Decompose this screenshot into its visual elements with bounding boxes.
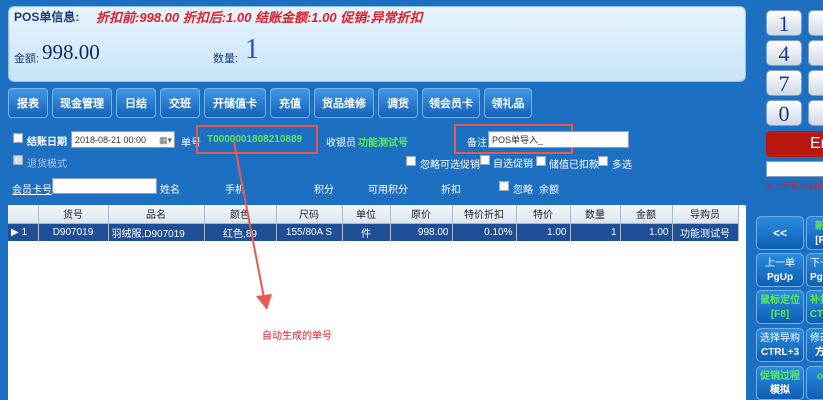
cell-sales-guide[interactable]: 功能测试号 [672, 223, 739, 241]
extra-button-partial[interactable]: o [806, 366, 823, 400]
pos-discount-status: 折扣前:998.00 折扣后:1.00 结账金额:1.00 促销:异常折扣 [96, 10, 423, 25]
modify-button-partial[interactable]: 修改方 [806, 328, 823, 362]
available-points-label: 可用积分 [368, 185, 408, 196]
column-header [8, 205, 39, 224]
settle-date-input[interactable]: 2018-08-21 00:00 ▦▾ [71, 131, 175, 148]
cashier-label: 收银员 [326, 138, 356, 149]
previous-order-button[interactable]: 上一单 PgUp [756, 253, 804, 287]
pos-info-title: POS单信息: [14, 10, 80, 24]
member-card-button[interactable]: 领会员卡 [422, 88, 480, 118]
daily-settlement-button[interactable]: 日结 [116, 88, 156, 118]
column-header[interactable]: 特价折扣 [452, 205, 517, 224]
self-select-promo-label: 自选促销 [493, 159, 533, 170]
cell-original-price[interactable]: 998.00 [390, 223, 453, 241]
key-0[interactable]: 0 [766, 100, 802, 126]
row-indicator: ▶ 1 [8, 223, 39, 241]
barcode-input[interactable] [766, 161, 823, 177]
remark-label: 备注 [467, 138, 487, 149]
cell-unit[interactable]: 件 [342, 223, 391, 241]
key-2-partial[interactable] [808, 10, 823, 36]
select-guide-button[interactable]: 选择导购 CTRL+3 [756, 328, 804, 362]
column-header[interactable]: 数量 [570, 205, 621, 224]
transfer-goods-button[interactable]: 调货 [378, 88, 418, 118]
self-select-promo-checkbox[interactable] [480, 155, 490, 165]
column-header[interactable]: 导购员 [672, 205, 739, 224]
new-order-button-partial[interactable]: 新[F [806, 216, 823, 250]
report-button[interactable]: 报表 [8, 88, 48, 118]
column-header[interactable]: 货号 [38, 205, 109, 224]
numeric-keypad: 1 4 7 0 Er 在上框录入条码/会员卡号、数量等 << 新[F 上一单Pg… [756, 0, 823, 400]
remark-input[interactable]: POS单导入_ [488, 131, 629, 148]
cell-quantity[interactable]: 1 [570, 223, 621, 241]
goods-repair-button[interactable]: 货品维修 [314, 88, 374, 118]
column-header[interactable]: 特价 [516, 205, 571, 224]
ignore-optional-promo-checkbox[interactable] [406, 156, 416, 166]
cell-amount[interactable]: 1.00 [620, 223, 673, 241]
gift-button[interactable]: 领礼品 [484, 88, 532, 118]
key-5-partial[interactable] [808, 40, 823, 66]
amount-value: 998.00 [42, 40, 100, 64]
quantity-label: 数量: [213, 53, 239, 65]
key-7[interactable]: 7 [766, 70, 802, 96]
cell-special-price[interactable]: 1.00 [516, 223, 571, 241]
member-card-input[interactable] [52, 178, 157, 194]
calendar-dropdown-icon[interactable]: ▦▾ [159, 132, 172, 147]
order-items-table[interactable]: 货号 品名 颜色 尺码 单位 原价 特价折扣 特价 数量 金额 导购员 ▶ 1 … [8, 205, 746, 400]
member-name-label: 姓名 [160, 185, 180, 196]
settle-date-value: 2018-08-21 00:00 [75, 135, 147, 145]
barcode-hint: 在上框录入条码/会员卡号、数量等 [766, 182, 823, 191]
reprint-button-partial[interactable]: 补打CTR [806, 290, 823, 324]
column-header[interactable]: 单位 [342, 205, 391, 224]
column-header[interactable]: 品名 [108, 205, 205, 224]
mouse-locate-button[interactable]: 鼠标定位 [F8] [756, 290, 804, 324]
member-card-link[interactable]: 会员卡号 [12, 181, 52, 196]
quantity-value: 1 [245, 34, 259, 65]
ignore-label: 忽略 [513, 185, 533, 196]
stored-value-discount-checkbox[interactable] [536, 156, 546, 166]
key-4[interactable]: 4 [766, 40, 802, 66]
stored-value-discount-label: 储值已扣款 [549, 160, 599, 171]
table-header-row: 货号 品名 颜色 尺码 单位 原价 特价折扣 特价 数量 金额 导购员 [8, 205, 739, 224]
ignore-balance-checkbox[interactable] [499, 181, 509, 191]
key-dot-partial[interactable] [808, 100, 823, 126]
column-header[interactable]: 金额 [620, 205, 673, 224]
multi-select-checkbox[interactable] [598, 156, 608, 166]
cashier-value: 功能测试号 [358, 138, 408, 149]
cash-management-button[interactable]: 现金管理 [52, 88, 112, 118]
key-8-partial[interactable] [808, 70, 823, 96]
next-order-button-partial[interactable]: 下一PgD [806, 253, 823, 287]
annotation-arrow [233, 141, 272, 310]
cell-item-name[interactable]: 羽绒服,D907019 [108, 223, 205, 241]
settle-date-label: 结账日期 [27, 137, 67, 148]
enter-button[interactable]: Er [766, 131, 823, 157]
amount-label: 金额: [14, 53, 40, 65]
shift-handover-button[interactable]: 交班 [160, 88, 200, 118]
settle-date-checkbox[interactable] [13, 133, 23, 143]
recharge-button[interactable]: 充值 [270, 88, 310, 118]
cell-item-code[interactable]: D907019 [38, 223, 109, 241]
open-stored-value-card-button[interactable]: 开储值卡 [204, 88, 266, 118]
return-mode-label: 退货模式 [27, 159, 67, 170]
column-header[interactable]: 原价 [390, 205, 453, 224]
table-row[interactable]: ▶ 1 D907019 羽绒服,D907019 红色,89 155/80A S … [8, 223, 739, 241]
member-points-label: 积分 [314, 185, 334, 196]
balance-label: 余额 [539, 185, 559, 196]
return-mode-checkbox[interactable] [13, 155, 23, 165]
ignore-optional-promo-label: 忽略可选促销 [420, 160, 480, 171]
key-1[interactable]: 1 [766, 10, 802, 36]
cell-special-discount[interactable]: 0.10% [452, 223, 517, 241]
multi-select-label: 多选 [612, 160, 632, 171]
back-button[interactable]: << [756, 216, 804, 250]
promo-simulate-button[interactable]: 促销过程 模拟 [756, 366, 804, 400]
member-discount-label: 折扣 [441, 185, 461, 196]
annotation-text: 自动生成的单号 [262, 331, 332, 342]
